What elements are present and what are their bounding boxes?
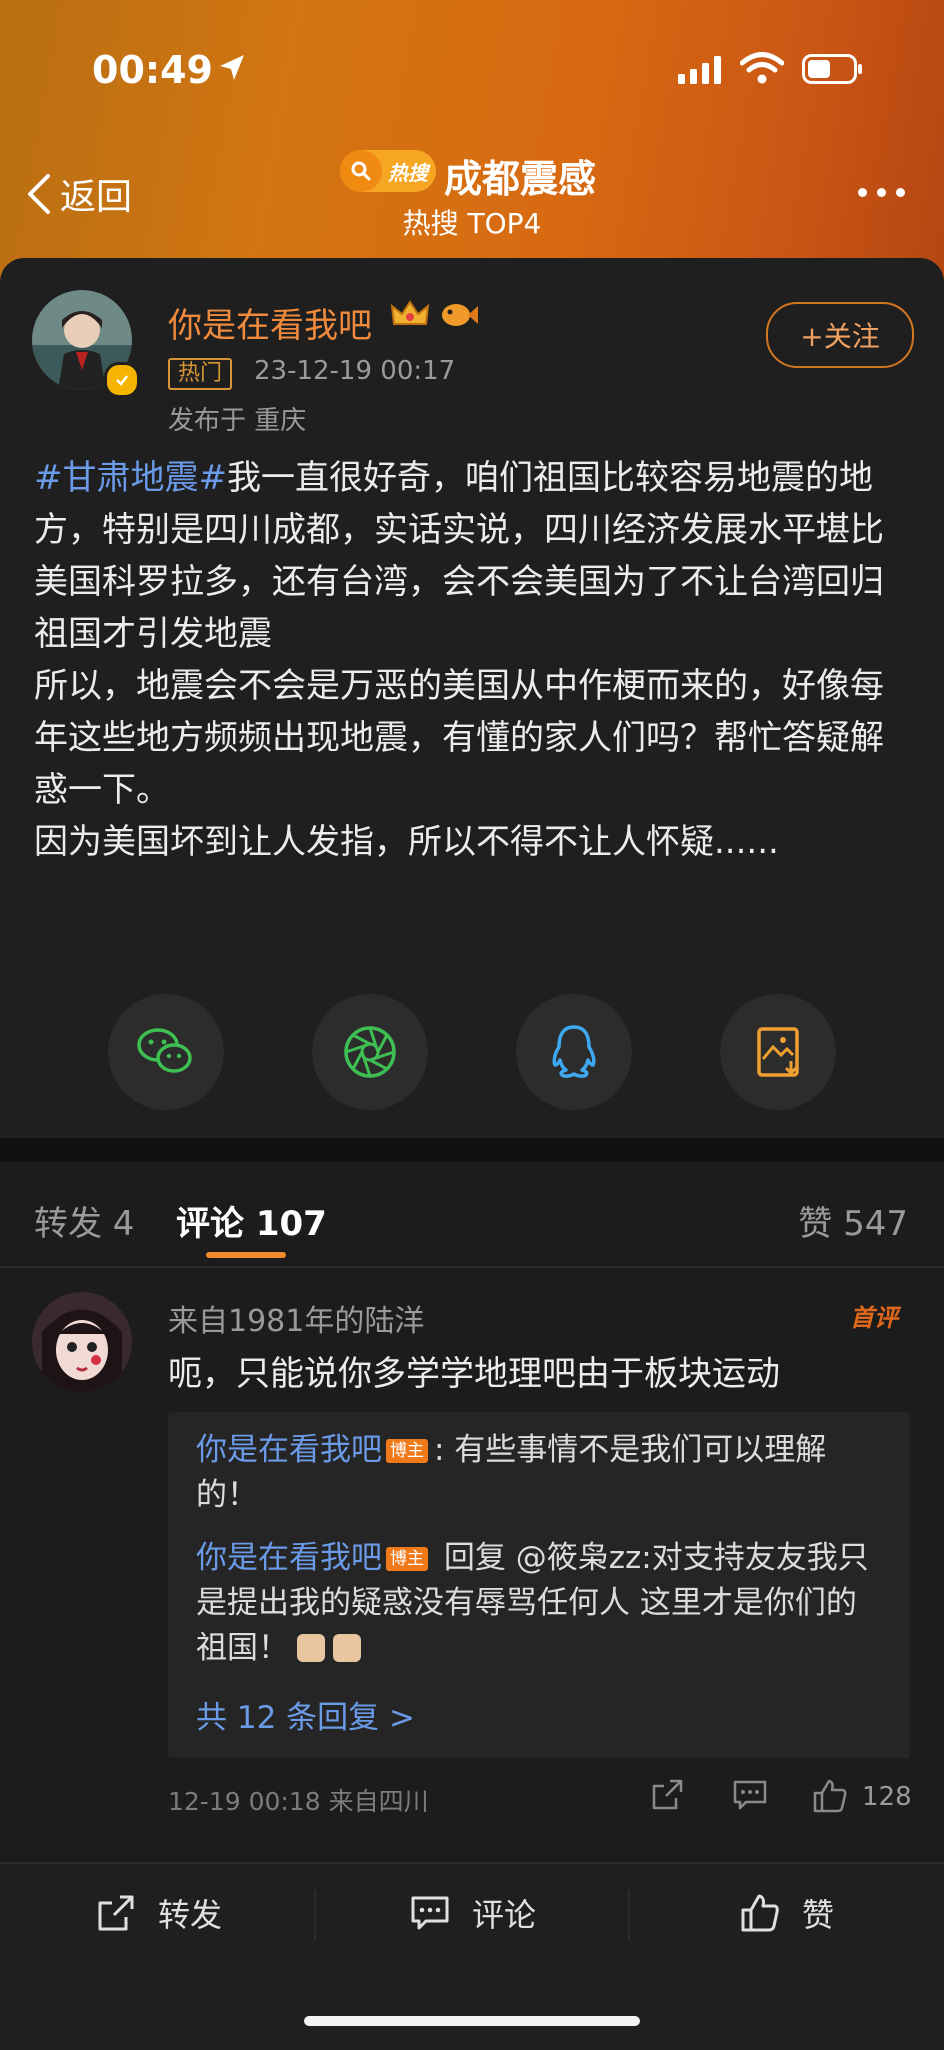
wechat-icon (137, 1028, 192, 1073)
hot-tag: 热门 (168, 358, 233, 390)
like-button[interactable]: 赞 (740, 1890, 834, 1936)
divider (0, 1266, 944, 1268)
status-time: 00:49 (92, 48, 213, 92)
divider (628, 1890, 630, 1940)
hot-search-label: 热搜 (388, 160, 428, 185)
tab-reposts[interactable]: 转发 4 (34, 1196, 134, 1245)
post-location: 发布于 重庆 (168, 406, 307, 436)
post-username[interactable]: 你是在看我吧 (168, 298, 372, 347)
tab-likes[interactable]: 赞 547 (798, 1196, 908, 1245)
crown-badge-icon (390, 300, 430, 325)
tab-comments[interactable]: 评论 107 (176, 1196, 327, 1245)
battery-icon (802, 54, 862, 84)
share-qq-button[interactable] (516, 994, 632, 1110)
post-line: 美国科罗拉多，还有台湾，会不会美国为了不让台湾回归祖国才引发地震 (34, 562, 884, 654)
qq-icon (552, 1025, 596, 1078)
comment-label: 评论 (472, 1896, 537, 1934)
save-image-button[interactable] (720, 994, 836, 1110)
location-arrow-icon (220, 55, 244, 80)
thumbs-up-icon[interactable] (812, 1778, 848, 1814)
reply-username[interactable]: 你是在看我吧 (196, 1540, 382, 1576)
comment-username[interactable]: 来自1981年的陆洋 (168, 1296, 424, 1340)
home-indicator[interactable] (304, 2016, 640, 2026)
divider (314, 1890, 316, 1940)
user-badges (390, 298, 478, 332)
fist-emoji-icon (297, 1634, 325, 1662)
author-badge: 博主 (386, 1547, 428, 1571)
share-wechat-button[interactable] (108, 994, 224, 1110)
comment-icon[interactable] (732, 1778, 768, 1812)
reply-username[interactable]: 你是在看我吧 (196, 1432, 382, 1468)
share-icon (98, 1895, 134, 1931)
share-icon[interactable] (650, 1778, 684, 1812)
hashtag-link[interactable]: #甘肃地震# (34, 458, 227, 498)
fist-emoji-icon (333, 1634, 361, 1662)
comment-like-count: 128 (862, 1782, 912, 1812)
more-options-button[interactable] (858, 188, 905, 197)
thumbs-up-icon (741, 1894, 779, 1932)
page-subtitle: 热搜 TOP4 (402, 207, 542, 240)
view-more-replies-link[interactable]: 共 12 条回复 > (196, 1692, 415, 1737)
post-body: #甘肃地震#我一直很好奇，咱们祖国比较容易地震的地方，特别是四川成都，实话实说，… (34, 452, 914, 868)
section-gap (0, 1138, 944, 1162)
comment-meta: 12-19 00:18 来自四川 (168, 1787, 429, 1816)
moments-icon (344, 1026, 396, 1078)
page-title: 成都震感 (444, 157, 597, 201)
verified-badge-icon (104, 362, 140, 398)
reply-item: 你是在看我吧 博主 回复 @筱枭zz:对支持友友我只是提出我的疑惑没有辱骂任何人 … (196, 1536, 886, 1671)
fish-badge-icon (442, 304, 478, 326)
comment-text: 呃，只能说你多学学地理吧由于板块运动 (168, 1354, 780, 1394)
wifi-icon (740, 52, 784, 84)
author-badge: 博主 (386, 1439, 428, 1463)
like-label: 赞 (802, 1896, 835, 1934)
post-time: 23-12-19 00:17 (254, 356, 456, 386)
reply-item: 你是在看我吧 博主: 有些事情不是我们可以理解的！ (196, 1428, 886, 1518)
comment-button[interactable]: 评论 (410, 1890, 536, 1936)
repost-button[interactable]: 转发 (96, 1890, 222, 1936)
active-tab-indicator (206, 1252, 286, 1258)
save-image-icon (757, 1027, 799, 1077)
cellular-signal-icon (678, 56, 721, 84)
hot-search-badge: 热搜 (340, 150, 436, 192)
search-icon (340, 150, 382, 192)
post-line: 所以，地震会不会是万恶的美国从中作梗而来的，好像每年这些地方频频出现地震，有懂的… (34, 666, 884, 810)
avatar[interactable] (32, 1292, 132, 1392)
post-line: 因为美国坏到让人发指，所以不得不让人怀疑...... (34, 822, 779, 862)
first-comment-badge: 首评 (850, 1304, 898, 1332)
comment-icon (411, 1896, 449, 1930)
follow-button[interactable]: +关注 (766, 302, 914, 368)
share-moments-button[interactable] (312, 994, 428, 1110)
repost-label: 转发 (158, 1896, 223, 1934)
